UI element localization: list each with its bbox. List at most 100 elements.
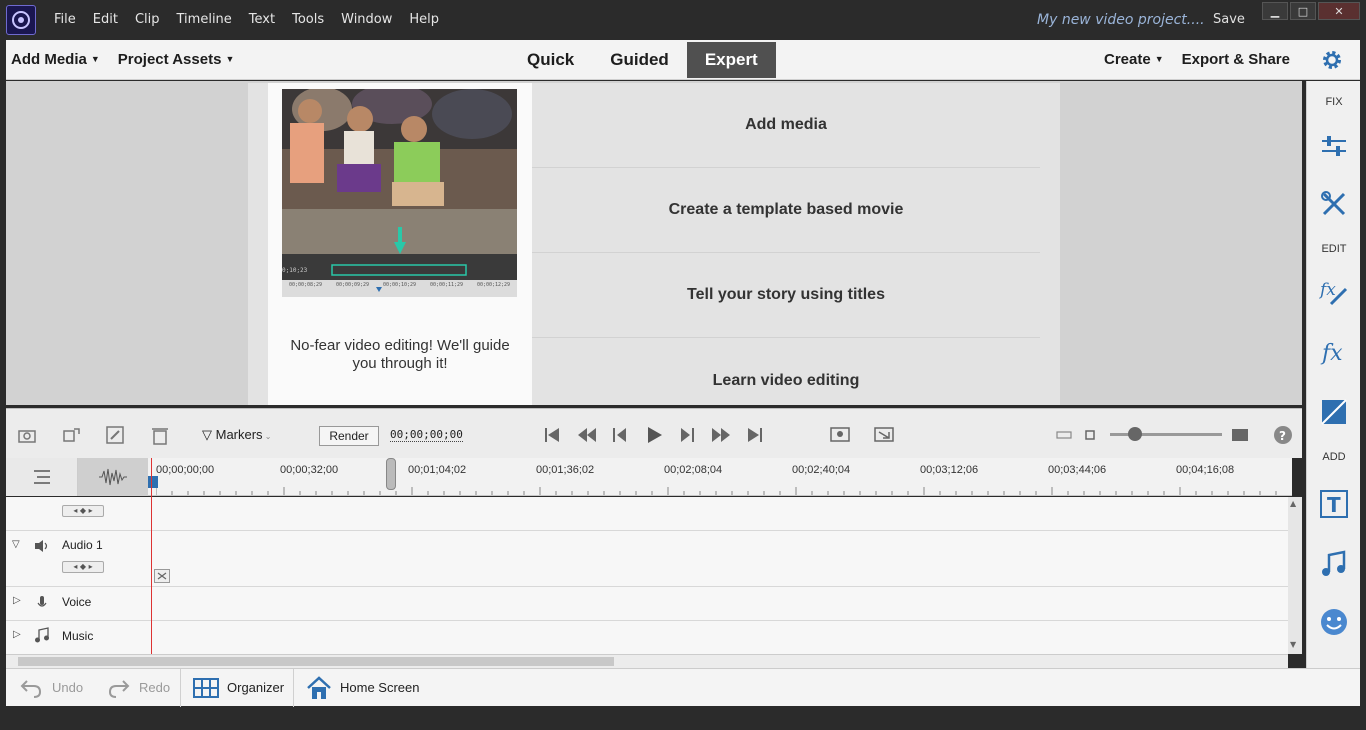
marker-icon: ▽ bbox=[202, 427, 216, 442]
menu-clip[interactable]: Clip bbox=[135, 12, 160, 27]
keyframe-controls[interactable]: ◂ ◆ ▸ bbox=[62, 561, 104, 573]
render-preview-icon[interactable] bbox=[830, 425, 850, 445]
play-icon[interactable] bbox=[644, 425, 664, 445]
tab-expert[interactable]: Expert bbox=[686, 42, 776, 78]
tab-quick[interactable]: Quick bbox=[509, 42, 592, 78]
menu-tools[interactable]: Tools bbox=[292, 12, 324, 27]
step-back-icon[interactable] bbox=[610, 425, 630, 445]
guide-link-add-media[interactable]: Add media bbox=[532, 83, 1040, 168]
zoom-out-icon[interactable] bbox=[1080, 425, 1100, 445]
guide-link-titles[interactable]: Tell your story using titles bbox=[532, 253, 1040, 338]
step-forward-icon[interactable] bbox=[677, 425, 697, 445]
guide-caption: No-fear video editing! We'll guide you t… bbox=[290, 337, 510, 372]
project-assets-label: Project Assets bbox=[117, 51, 222, 68]
divider bbox=[180, 669, 181, 707]
camera-icon[interactable] bbox=[18, 425, 38, 445]
home-icon[interactable] bbox=[306, 675, 332, 701]
render-button[interactable]: Render bbox=[319, 426, 379, 446]
zoom-in-icon[interactable] bbox=[1230, 425, 1250, 445]
guide-links: Add media Create a template based movie … bbox=[532, 83, 1040, 423]
scroll-up-icon[interactable]: ▲ bbox=[1290, 499, 1296, 508]
zoom-slider-track[interactable] bbox=[1110, 433, 1222, 436]
keyframe-controls[interactable]: ◂ ◆ ▸ bbox=[62, 505, 104, 517]
ruler-label: 00;03;12;06 bbox=[920, 464, 979, 476]
collapse-triangle-icon[interactable]: ▽ bbox=[12, 539, 20, 550]
project-title[interactable]: My new video project.... bbox=[1037, 12, 1205, 28]
horizontal-scrollbar[interactable] bbox=[6, 654, 1288, 668]
organizer-icon[interactable] bbox=[193, 677, 219, 699]
track-row-music: ▷ Music bbox=[6, 621, 1288, 654]
timeline-ruler[interactable]: 00;00;00;00 00;00;32;00 00;01;04;02 00;0… bbox=[6, 458, 1292, 496]
title-bar: File Edit Clip Timeline Text Tools Windo… bbox=[0, 0, 1366, 40]
go-to-start-icon[interactable] bbox=[542, 425, 562, 445]
music-note-icon[interactable] bbox=[34, 627, 50, 643]
smiley-icon[interactable] bbox=[1319, 607, 1349, 637]
close-button[interactable]: ✕ bbox=[1318, 2, 1360, 20]
tools-icon[interactable] bbox=[1319, 189, 1349, 219]
work-area-end-handle[interactable] bbox=[386, 458, 396, 490]
adjust-icon[interactable] bbox=[1319, 131, 1349, 161]
scroll-down-icon[interactable]: ▼ bbox=[1290, 640, 1296, 649]
fullscreen-icon[interactable] bbox=[874, 425, 894, 445]
fx-edit-icon[interactable]: fx bbox=[1319, 277, 1349, 307]
fit-zoom-icon[interactable] bbox=[1054, 425, 1074, 445]
maximize-button[interactable]: □ bbox=[1290, 2, 1316, 20]
ruler-label: 00;02;08;04 bbox=[664, 464, 723, 476]
track-name-voice: Voice bbox=[62, 595, 92, 609]
vertical-scrollbar[interactable]: ▲ ▼ bbox=[1288, 497, 1302, 654]
mode-tabs: Quick Guided Expert bbox=[509, 42, 776, 78]
audio-waveform-button[interactable] bbox=[78, 458, 148, 496]
timecode-display[interactable]: 00;00;00;00 bbox=[390, 428, 463, 442]
menu-edit[interactable]: Edit bbox=[93, 12, 118, 27]
app-window: File Edit Clip Timeline Text Tools Windo… bbox=[0, 0, 1366, 730]
save-button[interactable]: Save bbox=[1213, 12, 1245, 27]
track-options-button[interactable] bbox=[6, 458, 78, 496]
gear-icon[interactable] bbox=[1320, 48, 1344, 72]
create-menu[interactable]: Create ▼ bbox=[1104, 51, 1164, 68]
menu-help[interactable]: Help bbox=[409, 12, 439, 27]
tab-guided[interactable]: Guided bbox=[592, 42, 687, 78]
add-section-label: ADD bbox=[1322, 451, 1346, 463]
music-icon[interactable] bbox=[1319, 549, 1349, 579]
smartfix-icon[interactable] bbox=[105, 425, 125, 445]
ruler-label: 00;00;32;00 bbox=[280, 464, 339, 476]
organizer-button[interactable]: Organizer bbox=[227, 680, 284, 695]
speaker-icon[interactable] bbox=[34, 539, 50, 553]
menu-window[interactable]: Window bbox=[341, 12, 392, 27]
waveform-icon bbox=[99, 468, 127, 486]
project-assets-menu[interactable]: Project Assets ▼ bbox=[118, 51, 235, 68]
menu-timeline[interactable]: Timeline bbox=[177, 12, 232, 27]
title-icon[interactable]: T bbox=[1319, 489, 1349, 519]
expand-triangle-icon[interactable]: ▷ bbox=[13, 595, 21, 606]
chevron-down-icon: ▼ bbox=[90, 54, 100, 64]
redo-button[interactable]: Redo bbox=[139, 680, 170, 695]
ruler-label: 00;01;36;02 bbox=[536, 464, 595, 476]
fast-forward-icon[interactable] bbox=[711, 425, 731, 445]
trash-icon[interactable] bbox=[150, 425, 170, 445]
export-share-button[interactable]: Export & Share bbox=[1182, 51, 1290, 68]
help-icon[interactable]: ? bbox=[1273, 425, 1293, 445]
redo-icon[interactable] bbox=[108, 677, 130, 699]
zoom-slider-handle[interactable] bbox=[1128, 427, 1142, 441]
playhead-handle[interactable] bbox=[148, 476, 158, 488]
graphics-icon[interactable] bbox=[1319, 397, 1349, 427]
go-to-end-icon[interactable] bbox=[745, 425, 765, 445]
fx-icon[interactable]: fx bbox=[1319, 337, 1349, 367]
home-screen-button[interactable]: Home Screen bbox=[340, 680, 419, 695]
monitor-panel: 0;10;23 00;00;08;29 00;00;09;29 00;00;10… bbox=[6, 81, 1302, 405]
undo-icon[interactable] bbox=[20, 677, 42, 699]
app-logo-icon bbox=[6, 5, 36, 35]
guide-link-template-movie[interactable]: Create a template based movie bbox=[532, 168, 1040, 253]
add-media-menu[interactable]: Add Media ▼ bbox=[11, 51, 100, 68]
menu-text[interactable]: Text bbox=[249, 12, 275, 27]
markers-menu[interactable]: ▽ Markers ⌄ bbox=[202, 427, 272, 443]
menu-file[interactable]: File bbox=[54, 12, 76, 27]
microphone-icon[interactable] bbox=[36, 595, 48, 611]
horizontal-scroll-thumb[interactable] bbox=[18, 657, 614, 666]
rotate-icon[interactable] bbox=[62, 425, 82, 445]
undo-button[interactable]: Undo bbox=[52, 680, 83, 695]
rewind-icon[interactable] bbox=[577, 425, 597, 445]
minimize-button[interactable]: ▁ bbox=[1262, 2, 1288, 20]
expand-triangle-icon[interactable]: ▷ bbox=[13, 629, 21, 640]
scissors-icon[interactable] bbox=[154, 569, 170, 583]
